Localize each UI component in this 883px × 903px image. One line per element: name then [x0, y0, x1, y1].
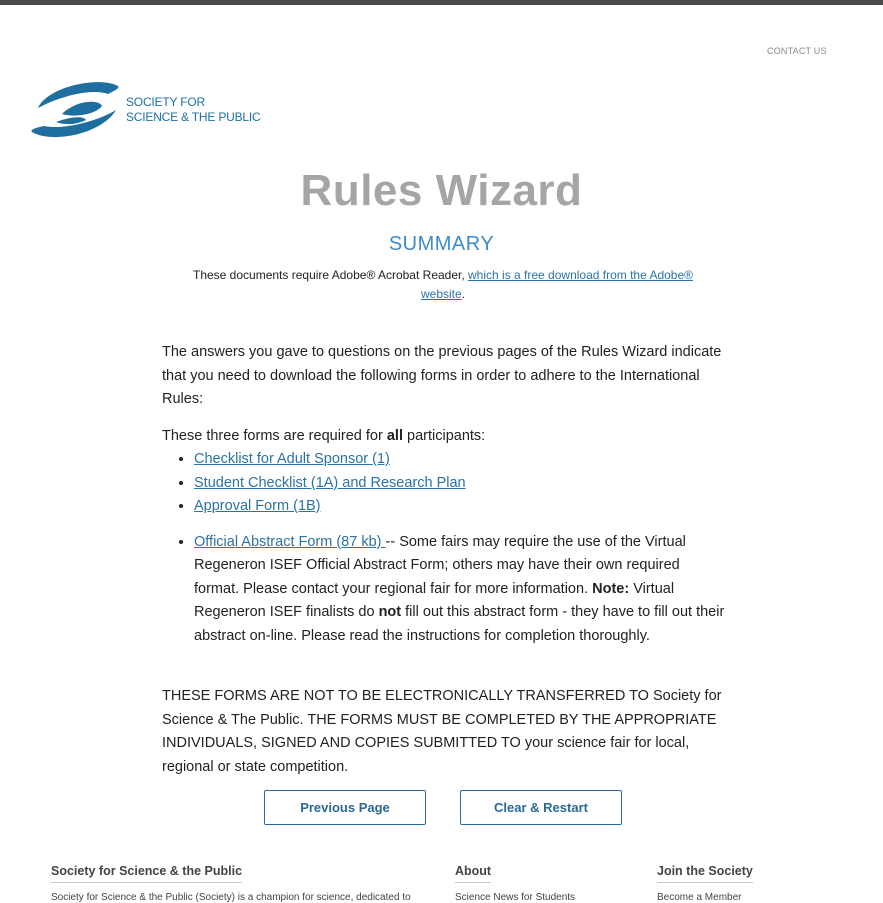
list-item: Checklist for Adult Sponsor (1): [194, 448, 727, 472]
list-item: Approval Form (1B): [194, 495, 727, 519]
logo-text: SOCIETY FOR SCIENCE & THE PUBLIC: [126, 95, 261, 125]
summary-content: The answers you gave to questions on the…: [162, 341, 727, 779]
clear-restart-button[interactable]: Clear & Restart: [460, 790, 622, 825]
page-subtitle: SUMMARY: [388, 233, 495, 255]
list-item: Official Abstract Form (87 kb) -- Some f…: [194, 531, 727, 649]
list-item: Student Checklist (1A) and Research Plan: [194, 472, 727, 496]
required-forms-heading: These three forms are required for all p…: [162, 425, 727, 449]
abstract-form-list: Official Abstract Form (87 kb) -- Some f…: [162, 531, 727, 649]
footer-society-text: Society for Science & the Public (Societ…: [51, 892, 411, 903]
top-bar: [0, 0, 883, 5]
footer-join: Join the Society Become a Member: [657, 862, 753, 903]
adobe-notice-text: These documents require Adobe® Acrobat R…: [193, 268, 469, 282]
logo-line-2: SCIENCE & THE PUBLIC: [126, 110, 261, 124]
abstract-not-bold: not: [378, 604, 402, 620]
required-suffix: participants:: [402, 427, 486, 444]
required-forms-list: Checklist for Adult Sponsor (1) Student …: [162, 448, 727, 519]
approval-form-link[interactable]: Approval Form (1B): [194, 498, 321, 514]
adobe-notice-end: .: [461, 287, 466, 301]
swirl-logo-icon: [31, 82, 119, 138]
footer-about: About Science News for Students: [455, 862, 575, 903]
contact-us-link[interactable]: CONTACT US: [767, 46, 827, 56]
required-bold: all: [386, 427, 403, 444]
footer-about-heading: About: [455, 864, 492, 883]
abstract-form-link[interactable]: Official Abstract Form (87 kb): [194, 534, 386, 550]
footer-society-heading: Society for Science & the Public: [51, 864, 243, 883]
footer-society: Society for Science & the Public Society…: [51, 862, 411, 903]
transfer-warning: THESE FORMS ARE NOT TO BE ELECTRONICALLY…: [162, 688, 722, 775]
footer-sns-link[interactable]: Science News for Students: [455, 892, 575, 903]
adobe-notice: These documents require Adobe® Acrobat R…: [170, 266, 716, 304]
abstract-note-bold: Note:: [592, 580, 630, 597]
adult-sponsor-checklist-link[interactable]: Checklist for Adult Sponsor (1): [194, 451, 390, 467]
previous-page-button[interactable]: Previous Page: [264, 790, 426, 825]
student-checklist-link[interactable]: Student Checklist (1A) and Research Plan: [194, 475, 466, 491]
footer-join-heading: Join the Society: [657, 864, 753, 883]
intro-paragraph: The answers you gave to questions on the…: [162, 344, 722, 407]
required-prefix: These three forms are required for: [162, 427, 387, 444]
page-title: Rules Wizard: [300, 166, 583, 215]
become-member-link[interactable]: Become a Member: [657, 892, 753, 903]
society-logo[interactable]: SOCIETY FOR SCIENCE & THE PUBLIC: [26, 78, 261, 142]
logo-line-1: SOCIETY FOR: [126, 95, 205, 109]
